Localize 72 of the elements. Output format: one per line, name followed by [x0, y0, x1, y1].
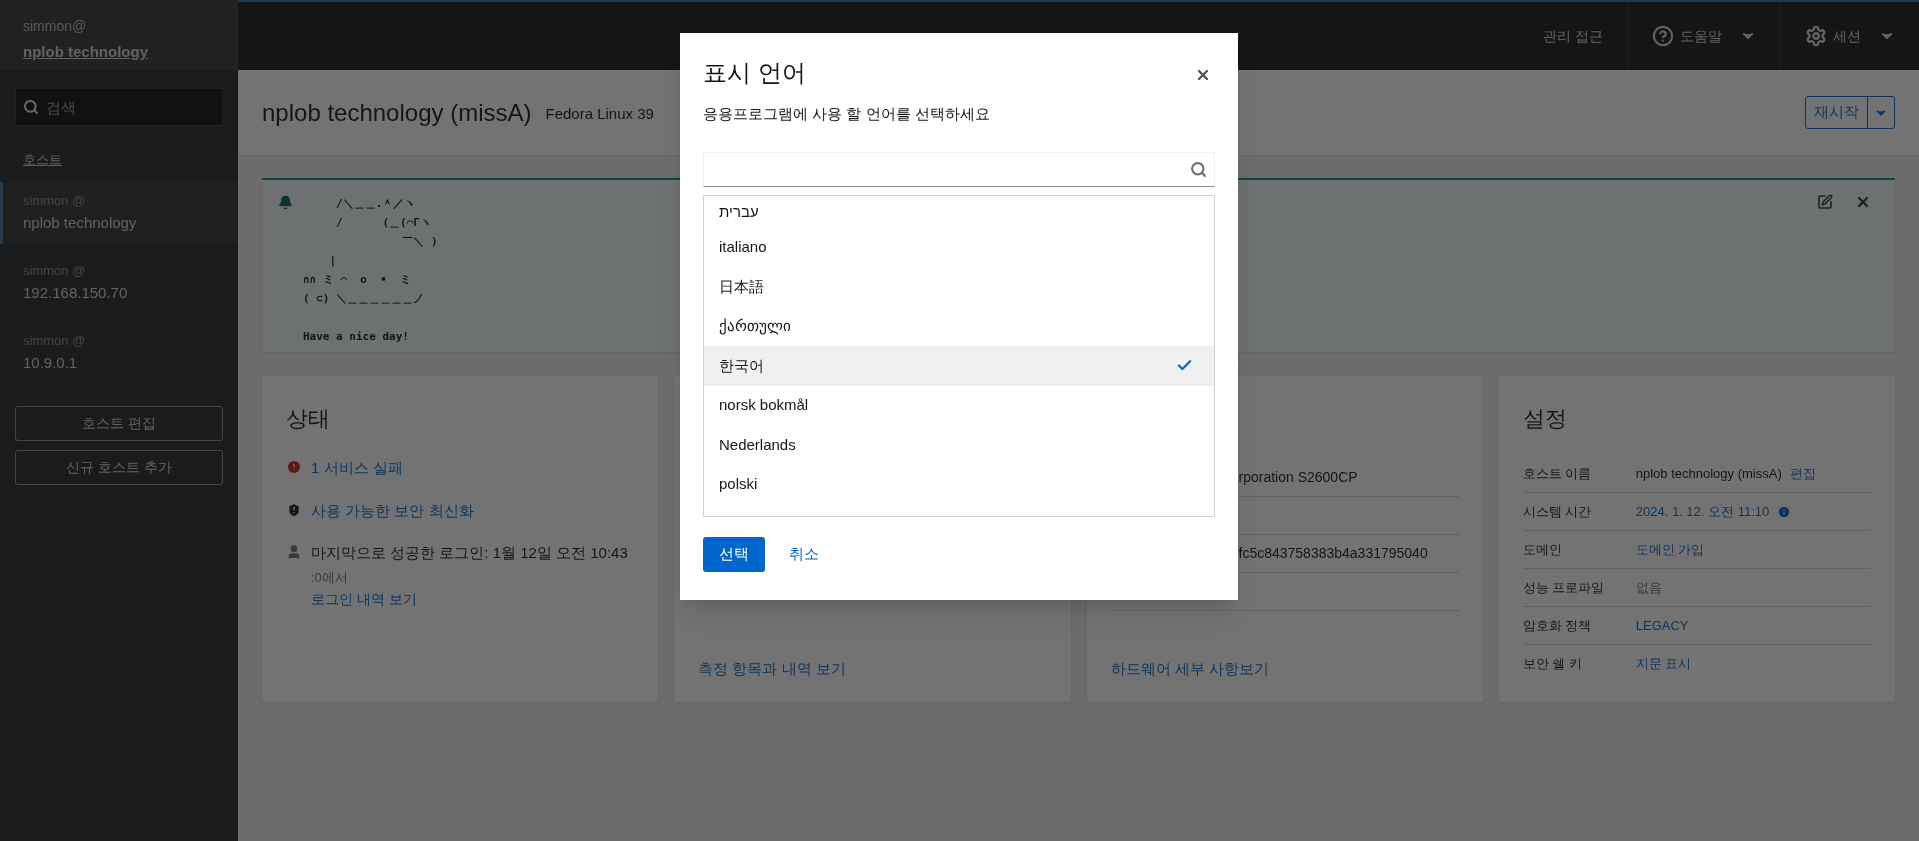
metrics-link[interactable]: 측정 항목과 내역 보기 [698, 657, 1047, 680]
search-icon [23, 99, 39, 115]
setting-label: 보안 쉘 키 [1522, 655, 1583, 674]
language-option[interactable]: italiano [704, 227, 1214, 267]
hardware-details-link[interactable]: 하드웨어 세부 사항보기 [1110, 657, 1459, 680]
login-info: 마지막으로 성공한 로그인: 1월 12일 오전 10:43 [311, 543, 628, 563]
card-title: 상태 [286, 405, 331, 433]
restart-button[interactable]: 재시작 [1805, 96, 1895, 129]
ascii-art-line: ￣＼ ) [401, 234, 438, 250]
setting-label: 호스트 이름 [1522, 464, 1593, 483]
hardware-value: rporation S2600CP [1238, 468, 1358, 487]
close-icon[interactable] [1195, 67, 1211, 83]
topbar-menu-button[interactable]: 도움말 [1652, 25, 1756, 47]
edit-link[interactable]: 편집 [1789, 463, 1816, 484]
setting-link[interactable]: 도메인 가입 [1635, 539, 1705, 560]
language-option[interactable]: 日本語 [704, 267, 1214, 307]
settings-icon [1805, 25, 1827, 47]
host-name: 192.168.150.70 [23, 283, 129, 303]
ascii-art-line: | [328, 253, 337, 269]
search-field[interactable]: 검색 [15, 88, 223, 126]
host-name: nplob technology [23, 213, 138, 233]
info-icon[interactable] [1777, 504, 1792, 519]
login-history-link[interactable]: 로그인 내역 보기 [311, 589, 628, 610]
section-title: 호스트 [23, 151, 62, 169]
setting-link[interactable]: 2024. 1. 12. 오전 11:10 [1635, 501, 1770, 522]
help-icon [1652, 25, 1674, 47]
host-title: nplob technology (missA) [262, 97, 532, 128]
status-link[interactable]: 1 서비스 실패 [311, 457, 403, 480]
close-icon[interactable] [1855, 194, 1871, 210]
hardware-value: fc5c843758383b4a331795040 [1238, 544, 1428, 563]
setting-label: 시스템 시간 [1522, 502, 1593, 521]
setting-value: nplob technology (missA) [1635, 464, 1782, 483]
edit-icon[interactable] [1817, 194, 1833, 210]
setting-label: 도메인 [1522, 540, 1563, 559]
greeting-text: Have a nice day! [303, 329, 409, 345]
user-icon [286, 544, 302, 560]
setting-value: 없음 [1635, 578, 1662, 597]
language-option[interactable]: 한국어 [704, 346, 1214, 386]
error-icon [286, 459, 302, 475]
host-switcher[interactable]: simmon@ nplob technology [0, 0, 238, 70]
dialog-title: 표시 언어 [703, 58, 806, 88]
language-option[interactable]: עברית [704, 197, 1214, 228]
setting-link[interactable]: LEGACY [1635, 615, 1689, 636]
ascii-art-line: ( ⊂) ＼＿＿＿＿＿＿ノ [303, 291, 425, 307]
cancel-button[interactable]: 취소 [773, 536, 835, 572]
language-option[interactable]: Nederlands [704, 425, 1214, 465]
language-option[interactable]: polski [704, 464, 1214, 504]
ascii-art-line: / (＿(⌒Γヽ [335, 215, 431, 231]
setting-label: 성능 프로파일 [1522, 578, 1606, 597]
language-option[interactable]: norsk bokmål [704, 385, 1214, 425]
sidebar-button[interactable]: 호스트 편집 [15, 405, 223, 441]
status-link[interactable]: 사용 가능한 보안 최신화 [311, 499, 474, 522]
dialog-description: 응용프로그램에 사용 할 언어를 선택하세요 [703, 104, 991, 124]
shield-icon [286, 501, 302, 518]
sidebar-button[interactable]: 신규 호스트 추가 [15, 449, 223, 485]
current-user: simmon@ [23, 17, 88, 36]
topbar-menu-button[interactable]: 관리 접근 [1543, 25, 1603, 47]
ascii-art-line: /＼＿＿.＾／ヽ [335, 196, 416, 212]
language-search-field[interactable] [703, 151, 1215, 187]
topbar-menu-button[interactable]: 세션 [1805, 25, 1895, 47]
setting-label: 암호화 정책 [1522, 616, 1593, 635]
search-icon [1190, 160, 1207, 178]
os-name: Fedora Linux 39 [545, 104, 654, 125]
current-host: nplob technology [23, 42, 149, 62]
card-title: 설정 [1522, 405, 1568, 433]
ascii-art-line: ∩∩ ミ ⌒ o • ミ [303, 272, 412, 288]
setting-link[interactable]: 지문 표시 [1635, 654, 1692, 674]
login-source: :0에서 [311, 568, 349, 587]
language-option[interactable]: ქართული [704, 306, 1214, 346]
host-name: 10.9.0.1 [23, 353, 79, 373]
select-button[interactable]: 선택 [703, 536, 765, 572]
bell-icon [278, 195, 293, 210]
